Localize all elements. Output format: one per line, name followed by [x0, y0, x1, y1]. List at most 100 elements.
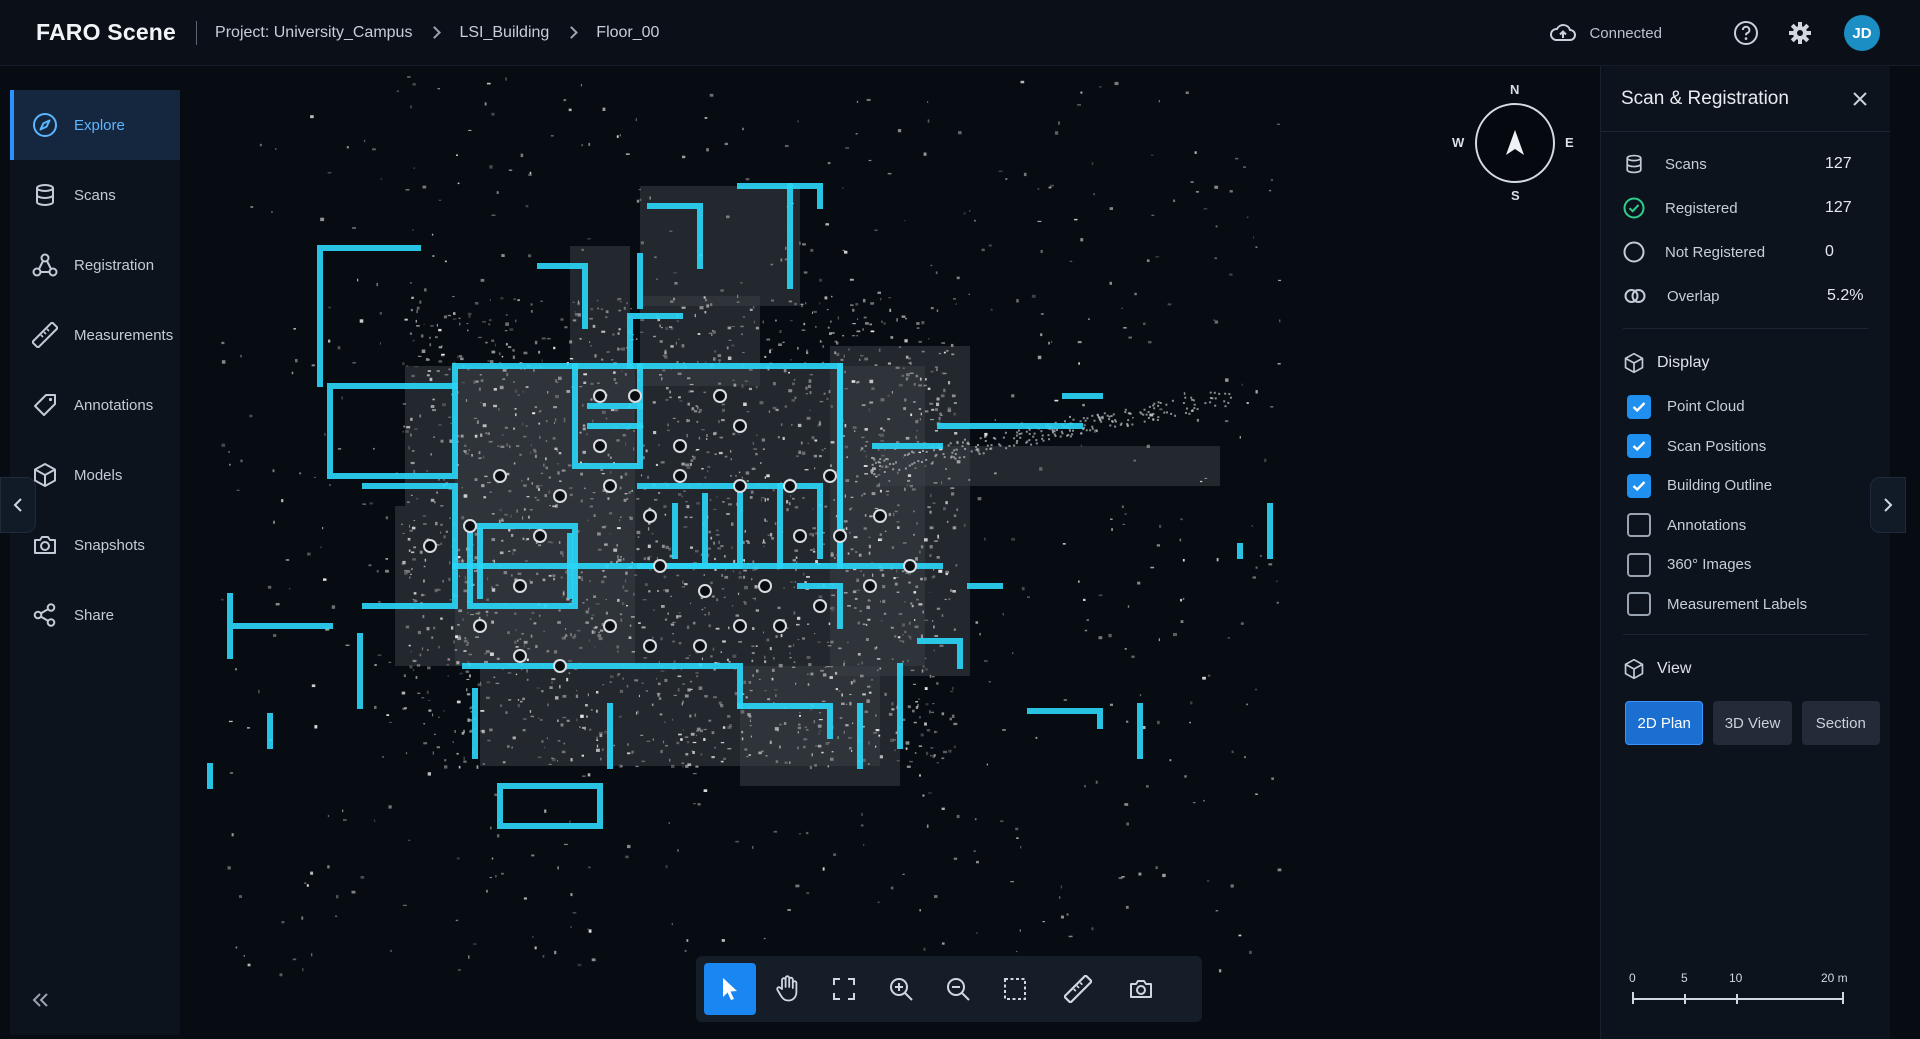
cloud-point — [612, 333, 615, 336]
cloud-point — [804, 581, 807, 583]
chevron-right-icon — [565, 26, 579, 39]
checkbox[interactable] — [1627, 552, 1651, 577]
next-panel-button[interactable] — [1870, 477, 1906, 533]
box-select-tool-button[interactable] — [989, 963, 1041, 1015]
cloud-point — [920, 412, 922, 416]
measure-tool-button[interactable] — [1052, 963, 1104, 1015]
cloud-point — [463, 729, 465, 734]
cloud-point — [406, 501, 410, 503]
option-measurement-labels[interactable]: Measurement Labels — [1601, 585, 1890, 625]
cloud-point — [745, 178, 750, 181]
checkbox[interactable] — [1627, 434, 1651, 459]
cloud-point — [925, 751, 929, 756]
cloud-point — [924, 465, 927, 468]
option-360-images[interactable]: 360° Images — [1601, 545, 1890, 585]
compass-widget[interactable]: N S E W — [1450, 78, 1580, 208]
cloud-point — [929, 545, 933, 549]
cloud-point — [830, 666, 833, 668]
cloud-point — [327, 865, 330, 869]
cloud-point — [795, 455, 799, 457]
point-cloud-canvas[interactable] — [180, 66, 1600, 1039]
cloud-point — [741, 384, 744, 388]
cloud-point — [701, 429, 705, 431]
cloud-point — [883, 322, 886, 325]
point-cloud-view[interactable] — [180, 66, 1600, 1039]
cloud-point — [668, 547, 672, 551]
breadcrumb-floor[interactable]: Floor_00 — [596, 24, 659, 42]
connection-status: Connected — [1549, 23, 1662, 43]
cloud-point — [1126, 720, 1129, 723]
option-point-cloud[interactable]: Point Cloud — [1601, 387, 1890, 427]
option-building-outline[interactable]: Building Outline — [1601, 466, 1890, 506]
cloud-point — [760, 497, 765, 499]
cloud-point — [887, 394, 890, 397]
sidebar-item-measurements[interactable]: Measurements — [10, 300, 180, 370]
cloud-point — [873, 732, 877, 734]
close-icon[interactable] — [1852, 91, 1868, 107]
breadcrumb-project[interactable]: Project: University_Campus — [215, 24, 412, 42]
cloud-point — [799, 241, 801, 245]
sidebar-item-share[interactable]: Share — [10, 580, 180, 650]
cloud-point — [797, 726, 802, 730]
select-tool-button[interactable] — [704, 963, 756, 1015]
cloud-point — [1277, 363, 1281, 365]
cloud-point — [863, 527, 867, 530]
cloud-point — [539, 435, 541, 439]
fit-view-tool-button[interactable] — [818, 963, 870, 1015]
cloud-point — [763, 539, 765, 543]
zoom-in-tool-button[interactable] — [875, 963, 927, 1015]
sidebar-item-scans[interactable]: Scans — [10, 160, 180, 230]
prev-panel-button[interactable] — [0, 477, 36, 533]
collapse-sidebar-button[interactable] — [30, 990, 52, 1015]
cloud-point — [692, 621, 696, 625]
sidebar-item-registration[interactable]: Registration — [10, 230, 180, 300]
cloud-point — [818, 732, 820, 735]
cloud-point — [952, 686, 954, 691]
cloud-point — [421, 349, 426, 353]
cloud-point — [582, 450, 586, 454]
cloud-point — [654, 256, 657, 259]
cloud-point — [667, 612, 669, 615]
zoom-out-tool-button[interactable] — [932, 963, 984, 1015]
cloud-point — [954, 453, 957, 456]
cloud-point — [442, 580, 444, 583]
snapshot-tool-button[interactable] — [1115, 963, 1167, 1015]
user-avatar[interactable]: JD — [1844, 15, 1880, 51]
cloud-point — [958, 131, 962, 135]
view-3d-button[interactable]: 3D View — [1713, 701, 1792, 745]
cloud-point — [986, 763, 988, 766]
cloud-point — [616, 135, 619, 138]
checkbox[interactable] — [1627, 592, 1651, 617]
cloud-point — [478, 457, 482, 459]
help-button[interactable] — [1732, 19, 1760, 47]
cloud-point — [477, 683, 482, 687]
sidebar-item-explore[interactable]: Explore — [10, 90, 180, 160]
cloud-point — [766, 474, 770, 478]
view-section-button[interactable]: Section — [1801, 701, 1880, 745]
cloud-point — [400, 523, 403, 525]
sidebar-item-annotations[interactable]: Annotations — [10, 370, 180, 440]
cloud-point — [953, 514, 957, 517]
cloud-point — [376, 570, 379, 573]
cloud-point — [1156, 419, 1159, 421]
option-scan-positions[interactable]: Scan Positions — [1601, 427, 1890, 467]
checkbox[interactable] — [1627, 394, 1651, 419]
settings-button[interactable] — [1786, 19, 1814, 47]
pan-tool-button[interactable] — [761, 963, 813, 1015]
overlap-icon — [1624, 289, 1646, 303]
cloud-point — [1277, 123, 1280, 125]
cloud-point — [844, 494, 846, 498]
checkbox[interactable] — [1627, 473, 1651, 498]
cloud-point — [672, 718, 674, 721]
cloud-point — [488, 440, 493, 443]
cloud-point — [913, 591, 917, 594]
breadcrumb-building[interactable]: LSI_Building — [459, 24, 549, 42]
cloud-point — [670, 345, 674, 348]
view-2d-plan-button[interactable]: 2D Plan — [1625, 701, 1704, 745]
cloud-point — [534, 340, 538, 345]
cloud-point — [907, 479, 911, 482]
cloud-point — [935, 271, 938, 275]
cloud-point — [514, 408, 517, 410]
checkbox[interactable] — [1627, 513, 1651, 538]
option-annotations[interactable]: Annotations — [1601, 506, 1890, 546]
